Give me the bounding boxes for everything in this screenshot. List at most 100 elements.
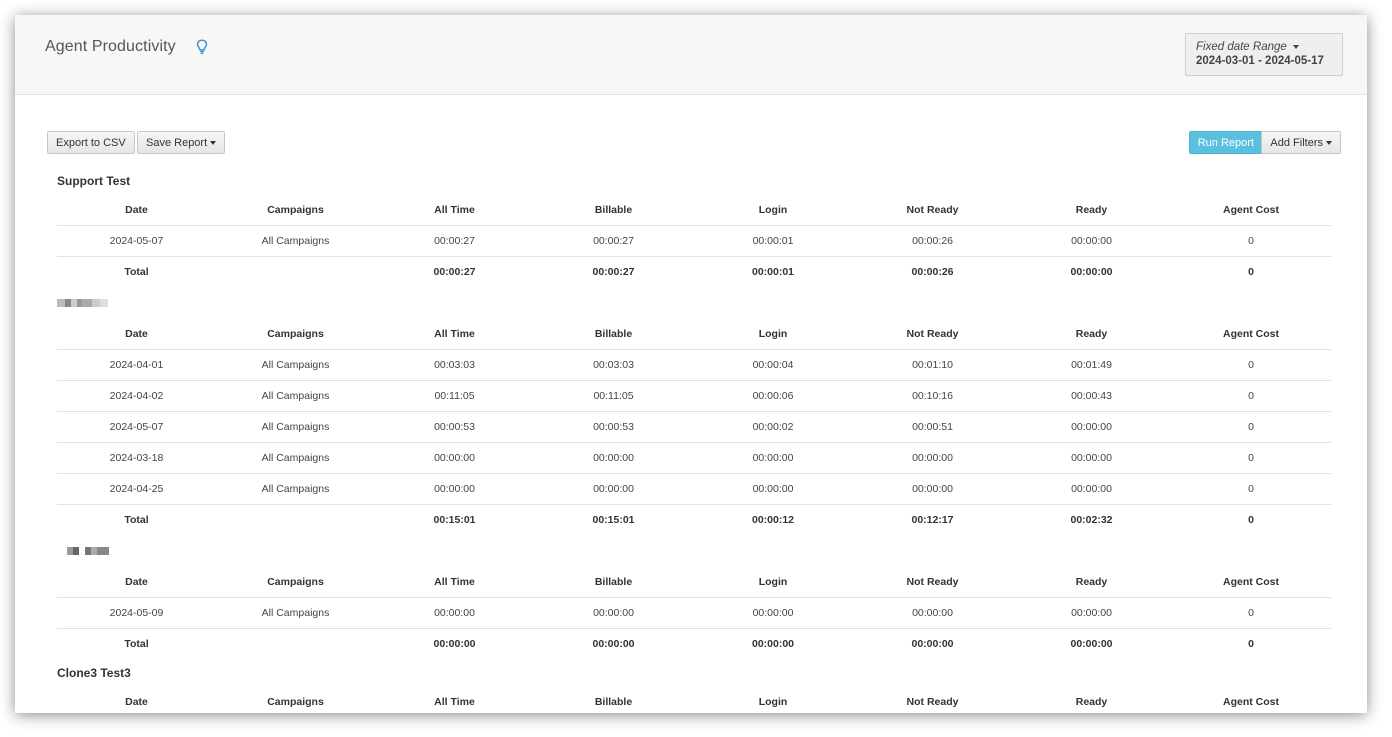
column-header[interactable]: Login [693,195,853,225]
table-cell: 00:00:02 [693,410,853,442]
column-header[interactable]: Date [57,195,216,225]
redacted-name-block [97,547,109,555]
table-cell: 00:00:00 [1012,596,1171,628]
column-header[interactable]: Agent Cost [1171,687,1331,713]
column-header[interactable]: Campaigns [216,687,375,713]
group-title [57,535,1331,567]
total-cell [216,255,375,287]
table-cell: 0 [1171,441,1331,473]
column-header[interactable]: All Time [375,567,534,597]
report-toolbar: Export to CSV Save Report Run Report Add… [47,131,1341,155]
total-row: Total 00:15:01 00:15:01 00:00:12 00:12:17 00:… [57,503,1331,535]
total-cell: 0 [1171,627,1331,659]
table-cell: 00:00:00 [693,596,853,628]
group-title [57,287,1331,319]
save-report-button[interactable]: Save Report [137,131,226,154]
table-cell: 00:00:00 [534,596,693,628]
column-header[interactable]: All Time [375,319,534,349]
total-cell: 00:00:00 [693,627,853,659]
table-cell: 2024-05-09 [57,596,216,628]
column-header[interactable]: Agent Cost [1171,567,1331,597]
total-cell [216,627,375,659]
table-cell: All Campaigns [216,441,375,473]
total-cell: 00:15:01 [534,503,693,535]
save-report-label: Save Report [146,136,208,149]
report-table: Date Campaigns All Time Billable Login Not Re… [57,567,1331,659]
column-header[interactable]: Campaigns [216,567,375,597]
table-header-row: Date Campaigns All Time Billable Login Not Re… [57,567,1331,597]
column-header[interactable]: Login [693,567,853,597]
column-header[interactable]: Ready [1012,687,1171,713]
column-header[interactable]: Campaigns [216,195,375,225]
run-report-button[interactable]: Run Report [1188,131,1263,154]
column-header[interactable]: All Time [375,195,534,225]
table-cell: 00:10:16 [853,379,1012,411]
date-range-value: 2024-03-01 - 2024-05-17 [1196,55,1324,67]
page-header: Agent Productivity Fixed date Range 2024… [15,15,1367,95]
redacted-name-block [82,299,92,307]
total-cell: Total [57,503,216,535]
export-csv-label: Export to CSV [56,136,126,149]
table-cell: 00:00:00 [534,472,693,504]
column-header[interactable]: Agent Cost [1171,195,1331,225]
table-row: 2024-04-25 All Campaigns 00:00:00 00:00:00 0… [57,472,1331,504]
group-title: Clone3 Test3 [57,666,131,680]
column-header[interactable]: Date [57,687,216,713]
table-row: 2024-05-07 All Campaigns 00:00:27 00:00:27 0… [57,224,1331,256]
table-cell: 2024-03-18 [57,441,216,473]
column-header[interactable]: Date [57,567,216,597]
caret-down-icon [1292,45,1299,49]
column-header[interactable]: Ready [1012,319,1171,349]
table-cell: 00:00:00 [853,472,1012,504]
total-cell: 00:15:01 [375,503,534,535]
table-cell: 00:00:04 [693,348,853,380]
total-cell: 00:00:00 [853,627,1012,659]
column-header[interactable]: Not Ready [853,195,1012,225]
total-cell: 00:02:32 [1012,503,1171,535]
table-cell: 00:11:05 [534,379,693,411]
column-header[interactable]: Billable [534,195,693,225]
column-header[interactable]: Billable [534,567,693,597]
table-cell: 00:00:27 [534,224,693,256]
add-filters-button[interactable]: Add Filters [1261,131,1341,154]
lightbulb-icon[interactable] [196,39,208,55]
column-header[interactable]: Not Ready [853,687,1012,713]
table-cell: 0 [1171,224,1331,256]
date-range-selector[interactable]: Fixed date Range 2024-03-01 - 2024-05-17 [1185,33,1343,76]
table-header-row: Date Campaigns All Time Billable Login Not Re… [57,319,1331,349]
total-row: Total 00:00:27 00:00:27 00:00:01 00:00:26 00:… [57,255,1331,287]
column-header[interactable]: Login [693,319,853,349]
redacted-name-block [73,547,79,555]
column-header[interactable]: All Time [375,687,534,713]
table-header-row: Date Campaigns All Time Billable Login Not Re… [57,687,1331,713]
table-cell: 0 [1171,596,1331,628]
total-cell: Total [57,255,216,287]
column-header[interactable]: Login [693,687,853,713]
table-cell: 2024-05-07 [57,224,216,256]
report-table: Date Campaigns All Time Billable Login Not Re… [57,319,1331,535]
column-header[interactable]: Billable [534,687,693,713]
total-cell: 00:00:27 [375,255,534,287]
total-cell: 0 [1171,503,1331,535]
table-row: 2024-03-18 All Campaigns 00:00:00 00:00:00 0… [57,441,1331,473]
total-cell: 00:00:00 [1012,627,1171,659]
column-header[interactable]: Campaigns [216,319,375,349]
column-header[interactable]: Ready [1012,195,1171,225]
column-header[interactable]: Agent Cost [1171,319,1331,349]
table-cell: 00:00:43 [1012,379,1171,411]
table-cell: 0 [1171,348,1331,380]
column-header[interactable]: Not Ready [853,319,1012,349]
column-header[interactable]: Billable [534,319,693,349]
table-cell: All Campaigns [216,410,375,442]
export-csv-button[interactable]: Export to CSV [47,131,135,154]
redacted-name-block [100,299,108,307]
table-cell: 00:00:00 [534,441,693,473]
column-header[interactable]: Date [57,319,216,349]
table-cell: 00:00:00 [1012,410,1171,442]
table-cell: 00:00:00 [853,596,1012,628]
table-cell: 00:01:49 [1012,348,1171,380]
redacted-name-block [57,299,65,307]
column-header[interactable]: Not Ready [853,567,1012,597]
column-header[interactable]: Ready [1012,567,1171,597]
total-cell: 00:00:12 [693,503,853,535]
